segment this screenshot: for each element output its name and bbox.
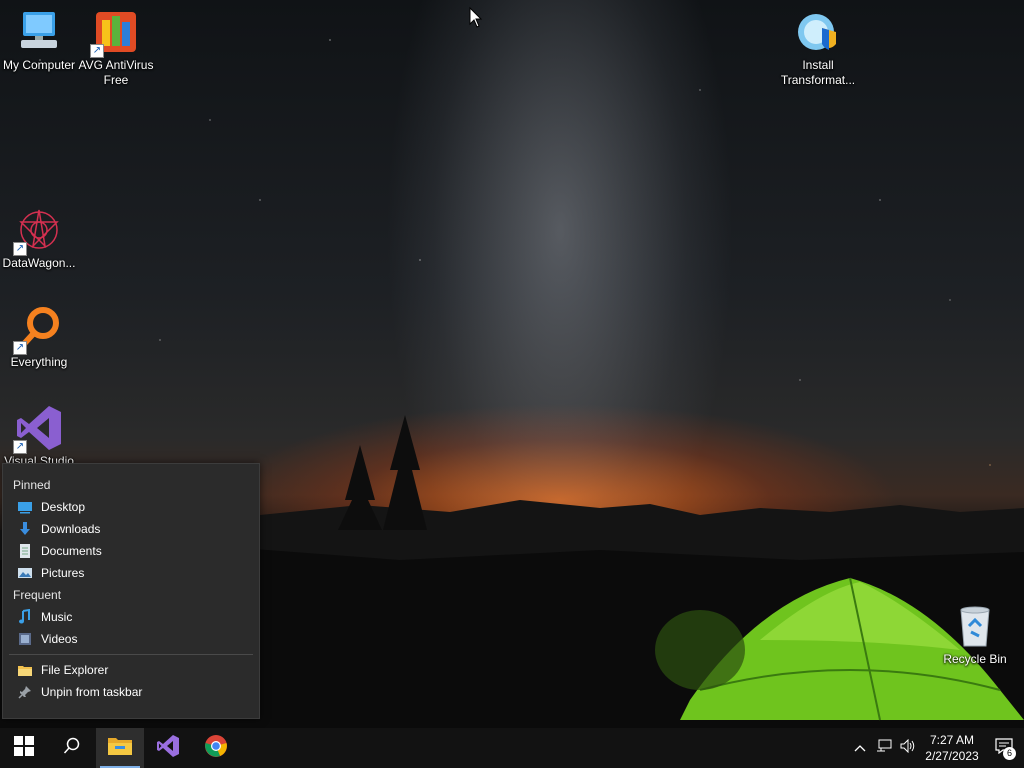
start-button[interactable]	[0, 728, 48, 768]
desktop-icon-avg-antivirus[interactable]: ↗ AVG AntiVirus Free	[78, 8, 154, 88]
desktop-icon-label: AVG AntiVirus Free	[78, 58, 154, 87]
jumplist-item-unpin[interactable]: Unpin from taskbar	[3, 681, 259, 703]
jumplist-item-label: Downloads	[41, 522, 101, 536]
music-folder-icon	[17, 609, 33, 625]
clock-date: 2/27/2023	[925, 749, 979, 763]
recycle-bin-icon	[951, 602, 999, 650]
jumplist-item-label: File Explorer	[41, 663, 109, 677]
file-explorer-icon	[107, 735, 133, 762]
everything-search-icon: ↗	[13, 305, 63, 355]
jumplist-item-desktop[interactable]: Desktop	[3, 496, 259, 518]
clock-time: 7:27 AM	[929, 733, 975, 747]
pictures-folder-icon	[17, 565, 33, 581]
chevron-up-icon	[854, 739, 866, 757]
jumplist-item-label: Music	[41, 610, 73, 624]
jumplist-separator	[9, 654, 253, 655]
installer-icon	[794, 8, 842, 56]
jumplist-item-label: Videos	[41, 632, 78, 646]
videos-folder-icon	[17, 631, 33, 647]
jumplist-item-downloads[interactable]: Downloads	[3, 518, 259, 540]
jumplist-item-label: Documents	[41, 544, 102, 558]
file-explorer-icon	[17, 662, 33, 678]
shortcut-arrow-icon: ↗	[13, 341, 27, 355]
notification-count-badge: 6	[1003, 747, 1016, 760]
desktop-icon-label: Recycle Bin	[943, 652, 1007, 666]
taskbar-visual-studio[interactable]	[144, 728, 192, 768]
shortcut-arrow-icon: ↗	[90, 44, 104, 58]
jumplist-item-documents[interactable]: Documents	[3, 540, 259, 562]
desktop-icon-label: My Computer	[2, 58, 76, 72]
action-center-button[interactable]: 6	[984, 728, 1024, 768]
jumplist-item-file-explorer[interactable]: File Explorer	[3, 659, 259, 681]
desktop-icon-my-computer[interactable]: My Computer	[1, 8, 77, 73]
jumplist-item-label: Unpin from taskbar	[41, 685, 143, 699]
desktop-icon-install-transformat[interactable]: Install Transformat...	[780, 8, 856, 88]
search-button[interactable]	[48, 728, 96, 768]
desktop-icon-label: DataWagon...	[2, 256, 76, 270]
desktop-icon-label: Everything	[10, 355, 68, 369]
jumplist-item-label: Pictures	[41, 566, 85, 580]
jumplist-item-label: Desktop	[41, 500, 86, 514]
taskbar-chrome[interactable]	[192, 728, 240, 768]
visual-studio-icon: ↗	[13, 404, 63, 454]
windows-logo-icon	[14, 735, 34, 761]
network-icon	[876, 739, 892, 758]
clock[interactable]: 7:27 AM 2/27/2023	[920, 732, 984, 764]
desktop-icon-recycle-bin[interactable]: Recycle Bin	[937, 602, 1013, 667]
search-icon	[63, 737, 81, 760]
network-button[interactable]	[872, 728, 896, 768]
pin-icon	[17, 684, 33, 700]
volume-button[interactable]	[896, 728, 920, 768]
jumplist-item-videos[interactable]: Videos	[3, 628, 259, 650]
downloads-folder-icon	[17, 521, 33, 537]
datawagon-icon: ↗	[13, 206, 63, 256]
taskbar-file-explorer[interactable]	[96, 728, 144, 768]
jumplist-item-music[interactable]: Music	[3, 606, 259, 628]
computer-icon	[15, 8, 63, 56]
desktop-icon-label: Install Transformat...	[780, 58, 856, 87]
shortcut-arrow-icon: ↗	[13, 440, 27, 454]
system-tray: 7:27 AM 2/27/2023 6	[848, 728, 1024, 768]
jumplist-item-pictures[interactable]: Pictures	[3, 562, 259, 584]
shortcut-arrow-icon: ↗	[13, 242, 27, 256]
desktop-icon-everything[interactable]: ↗ Everything	[1, 305, 77, 370]
file-explorer-jumplist: Pinned Desktop Downloads Documents Pictu…	[2, 463, 260, 719]
volume-icon	[900, 738, 916, 758]
documents-folder-icon	[17, 543, 33, 559]
frequent-header: Frequent	[13, 588, 62, 602]
visual-studio-icon	[156, 734, 180, 763]
avg-antivirus-icon: ↗	[90, 8, 140, 58]
pinned-header: Pinned	[13, 478, 51, 492]
desktop-icon-visual-studio[interactable]: ↗ Visual Studio	[1, 404, 77, 469]
desktop-icon-datawagon[interactable]: ↗ DataWagon...	[1, 206, 77, 271]
show-hidden-icons-button[interactable]	[848, 728, 872, 768]
taskbar: 7:27 AM 2/27/2023 6	[0, 728, 1024, 768]
desktop-folder-icon	[17, 499, 33, 515]
chrome-icon	[204, 734, 228, 763]
